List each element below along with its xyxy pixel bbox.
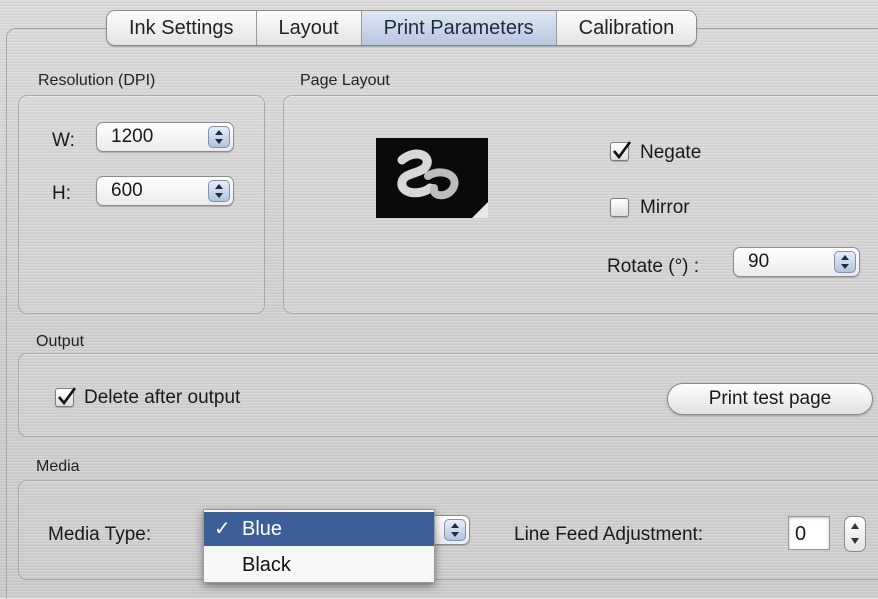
delete-after-output-label: Delete after output: [84, 387, 241, 408]
page-preview-thumbnail: [376, 138, 488, 218]
media-type-menu: ✓ Blue Black: [203, 509, 435, 583]
height-dpi-value: 600: [111, 180, 143, 201]
mirror-checkbox[interactable]: [610, 198, 629, 217]
width-dpi-value: 1200: [111, 126, 154, 147]
tab-calibration[interactable]: Calibration: [556, 11, 697, 45]
width-label: W:: [52, 130, 75, 151]
page-layout-group-title: Page Layout: [300, 72, 390, 89]
rotate-popup[interactable]: 90: [733, 247, 860, 277]
media-type-label: Media Type:: [48, 524, 152, 545]
rotate-label: Rotate (°) :: [607, 256, 700, 277]
rotate-value: 90: [748, 251, 770, 272]
popup-arrows-icon: [444, 519, 466, 541]
height-dpi-popup[interactable]: 600: [96, 176, 234, 206]
negate-checkbox[interactable]: [610, 141, 632, 161]
line-feed-adjustment-field[interactable]: 0: [788, 516, 830, 550]
menu-item-label: Black: [242, 554, 291, 576]
line-feed-stepper[interactable]: [844, 516, 866, 552]
page-layout-group: [283, 95, 878, 314]
mirror-label: Mirror: [640, 197, 690, 218]
menu-item-blue[interactable]: ✓ Blue: [204, 512, 434, 546]
resolution-group-title: Resolution (DPI): [38, 72, 156, 89]
popup-arrows-icon: [834, 251, 856, 273]
popup-arrows-icon: [208, 180, 230, 202]
checkmark-icon: [58, 387, 77, 406]
tab-ink-settings[interactable]: Ink Settings: [107, 11, 257, 45]
media-group-title: Media: [36, 458, 80, 475]
tab-bar: Ink Settings Layout Print Parameters Cal…: [106, 10, 698, 46]
popup-arrows-icon: [208, 126, 230, 148]
output-group-title: Output: [36, 333, 85, 350]
stepper-arrows-icon: [851, 523, 859, 544]
delete-after-output-checkbox[interactable]: [55, 387, 77, 407]
width-dpi-popup[interactable]: 1200: [96, 122, 234, 152]
height-label: H:: [52, 183, 71, 204]
checkmark-icon: ✓: [214, 518, 231, 540]
print-test-page-button[interactable]: Print test page: [667, 383, 873, 415]
checkmark-icon: [613, 141, 632, 160]
tab-print-parameters[interactable]: Print Parameters: [361, 11, 557, 45]
line-feed-adjustment-label: Line Feed Adjustment:: [514, 524, 704, 545]
negate-label: Negate: [640, 142, 702, 163]
tab-layout[interactable]: Layout: [256, 11, 362, 45]
menu-item-black[interactable]: Black: [204, 548, 434, 582]
menu-item-label: Blue: [242, 518, 283, 540]
